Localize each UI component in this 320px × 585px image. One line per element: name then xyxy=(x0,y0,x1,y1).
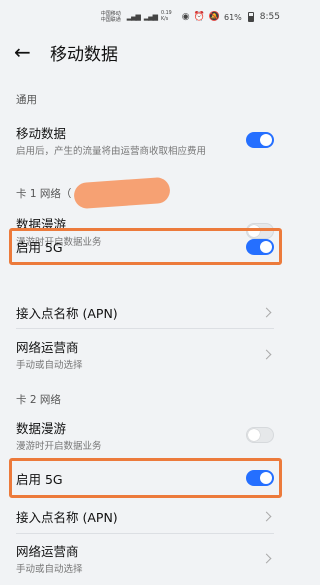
battery-icon xyxy=(247,12,254,22)
chevron-right-icon xyxy=(261,511,272,521)
mobile-data-desc: 启用后，产生的流量将由运营商收取相应费用 xyxy=(16,145,207,157)
title-bar: ← 移动数据 xyxy=(0,34,290,70)
sim2-5g-row[interactable]: 启用 5G xyxy=(0,461,290,495)
mobile-data-row[interactable]: 移动数据 启用后，产生的流量将由运营商收取相应费用 xyxy=(0,116,290,164)
section-general-label: 通用 xyxy=(16,94,37,106)
divider xyxy=(16,533,274,534)
sim1-operator-desc: 手动或自动选择 xyxy=(16,359,83,371)
redaction-mark xyxy=(73,176,171,210)
sim2-roaming-row[interactable]: 数据漫游 漫游时开启数据业务 xyxy=(0,416,290,454)
sim2-roaming-desc: 漫游时开启数据业务 xyxy=(16,440,102,452)
status-bar: 中国移动 中国联通 ▂▄▆ ▂▄▆ 0.19 K/s ◉ ⏰ 🔕 61% 8:5… xyxy=(0,0,290,34)
page-title: 移动数据 xyxy=(50,44,118,65)
speed-unit: K/s xyxy=(161,17,169,22)
network-speed: 0.19 K/s xyxy=(161,11,172,23)
eye-icon: ◉ xyxy=(181,12,190,22)
sim1-apn-row[interactable]: 接入点名称 (APN) xyxy=(0,298,290,326)
sim1-operator-row[interactable]: 网络运营商 手动或自动选择 xyxy=(0,334,290,374)
sim1-operator-label: 网络运营商 xyxy=(16,339,79,355)
clock: 8:55 xyxy=(259,12,280,22)
divider xyxy=(16,328,274,329)
sim2-operator-row[interactable]: 网络运营商 手动或自动选择 xyxy=(0,538,290,578)
sim1-5g-toggle[interactable] xyxy=(246,238,274,255)
signal-icon: ▂▄▆ xyxy=(143,13,158,21)
sim2-roaming-toggle[interactable] xyxy=(246,427,274,443)
carrier-2: 中国联通 xyxy=(100,17,121,23)
sim2-apn-label: 接入点名称 (APN) xyxy=(16,509,118,525)
chevron-right-icon xyxy=(261,553,272,563)
battery-percent: 61% xyxy=(224,12,242,22)
section-sim2-label: 卡 2 网络 xyxy=(16,394,61,406)
alarm-icon: ⏰ xyxy=(193,12,205,22)
chevron-right-icon xyxy=(261,349,272,359)
sim2-5g-toggle[interactable] xyxy=(246,470,274,486)
mobile-data-toggle[interactable] xyxy=(246,132,274,148)
sim2-operator-label: 网络运营商 xyxy=(16,543,79,559)
sim1-apn-label: 接入点名称 (APN) xyxy=(16,305,118,321)
sim2-5g-label: 启用 5G xyxy=(16,471,63,487)
section-sim1-label: 卡 1 网络（ xyxy=(16,188,72,200)
sim2-operator-desc: 手动或自动选择 xyxy=(16,563,83,575)
mute-icon: 🔕 xyxy=(208,12,220,22)
carrier-names: 中国移动 中国联通 xyxy=(101,11,121,23)
arrow-left-icon[interactable]: ← xyxy=(14,42,38,62)
mobile-data-label: 移动数据 xyxy=(16,125,67,141)
sim2-roaming-label: 数据漫游 xyxy=(16,420,67,436)
sim1-5g-label: 启用 5G xyxy=(16,240,63,255)
sim2-apn-row[interactable]: 接入点名称 (APN) xyxy=(0,502,290,530)
sim1-5g-row[interactable]: 启用 5G xyxy=(0,230,290,263)
signal-icon: ▂▄▆ xyxy=(126,13,141,21)
chevron-right-icon xyxy=(261,307,272,317)
